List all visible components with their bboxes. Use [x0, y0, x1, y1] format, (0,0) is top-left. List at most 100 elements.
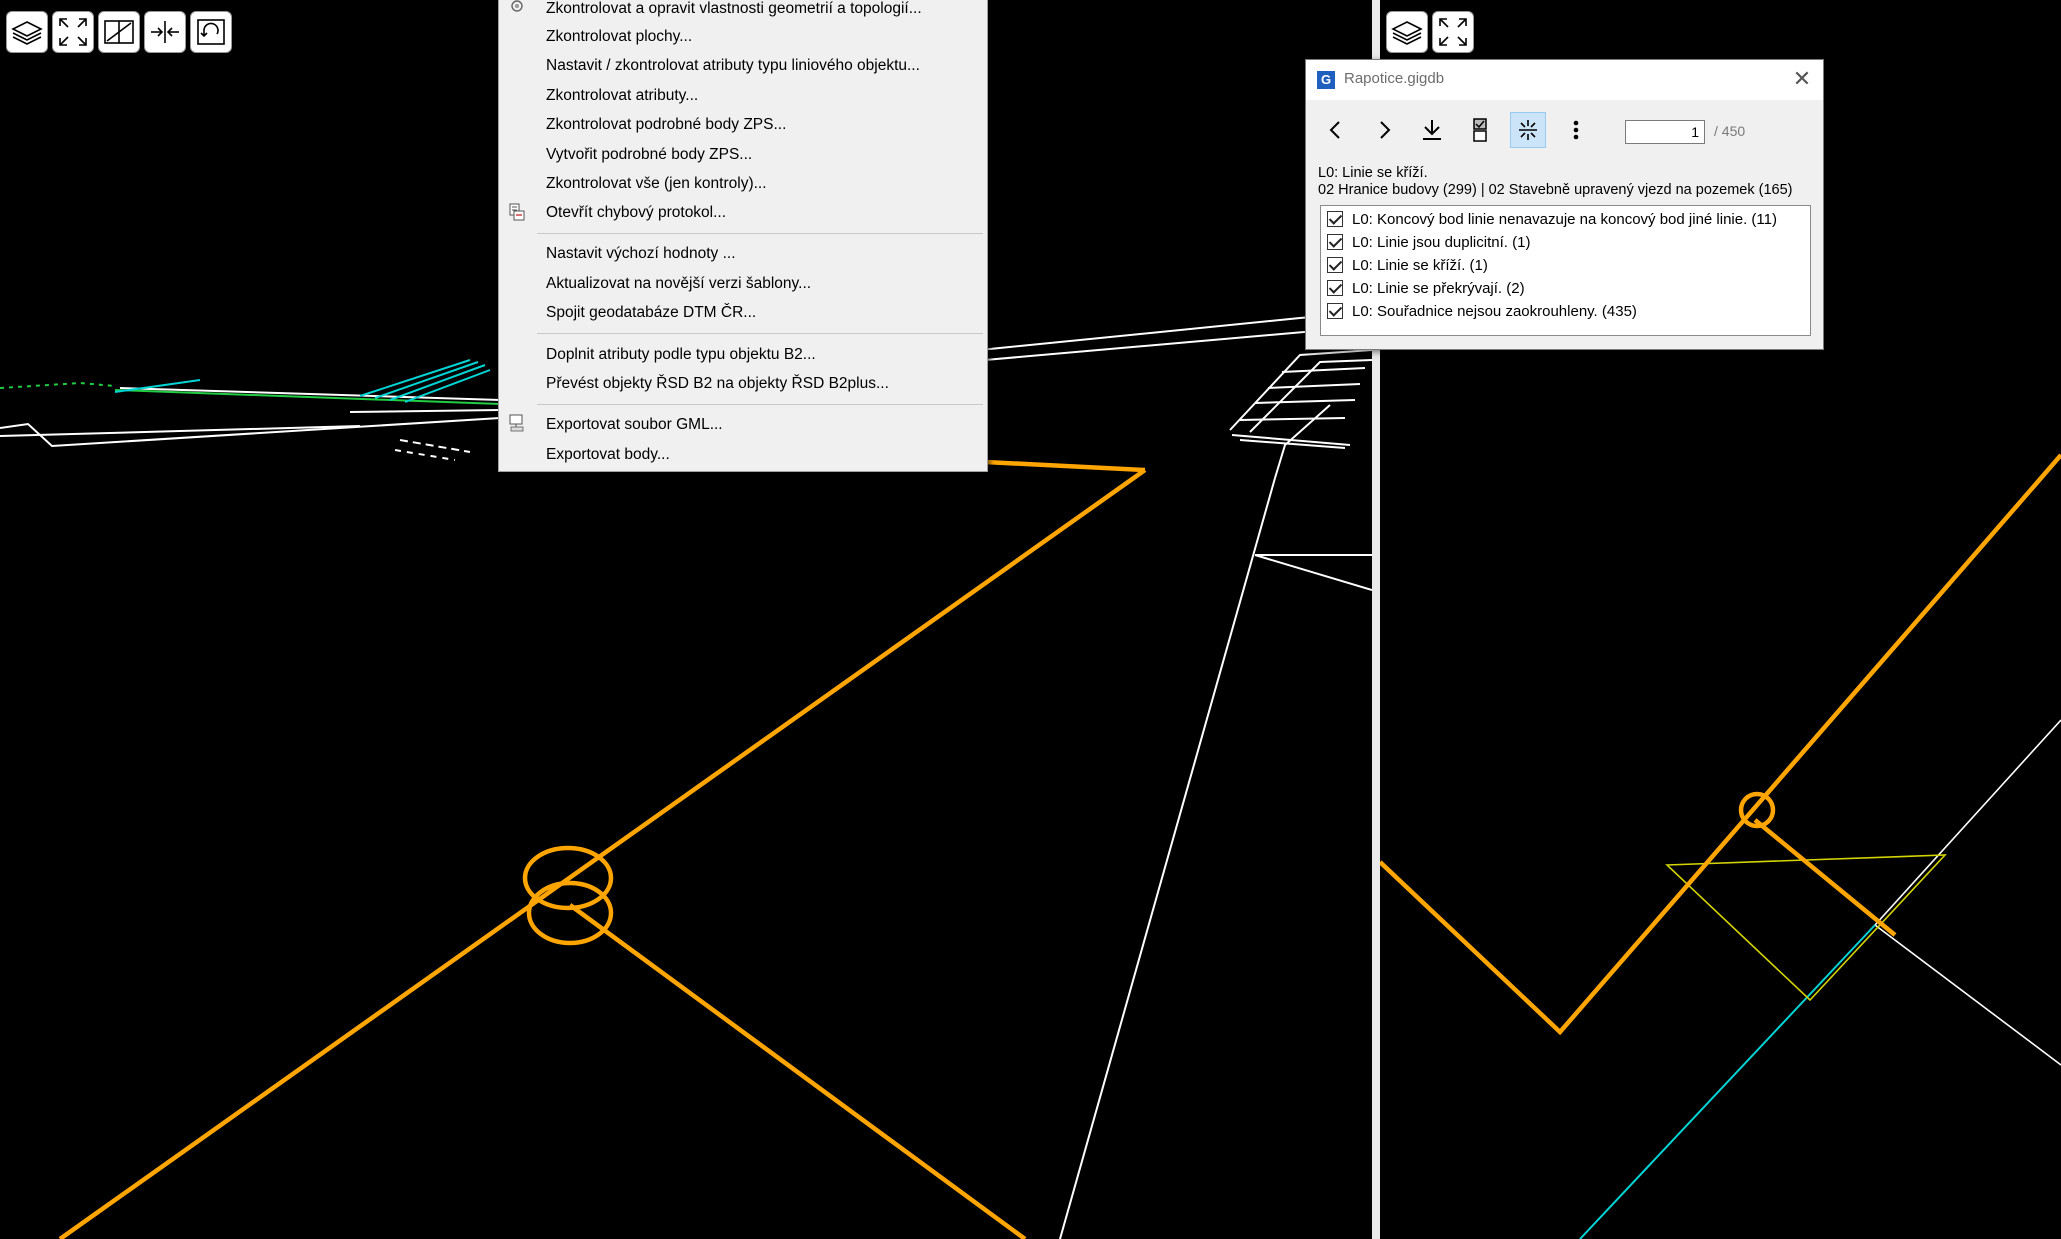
menu-item-merge-dtm[interactable]: Spojit geodatabáze DTM ČR...: [546, 301, 756, 325]
layers-button[interactable]: [6, 11, 48, 53]
highlight-line: [984, 459, 1146, 473]
map-line: [1267, 383, 1361, 389]
previous-button[interactable]: [1318, 112, 1354, 148]
map-line: [1874, 924, 2061, 1066]
focus-point-icon: [1519, 120, 1537, 140]
menu-item-check-geometry[interactable]: Zkontrolovat a opravit vlastnosti geomet…: [546, 0, 922, 21]
menu-item-default-values[interactable]: Nastavit výchozí hodnoty ...: [546, 242, 736, 266]
page-total-label: / 450: [1714, 123, 1746, 139]
check-label: L0: Linie se kříží. (1): [1352, 256, 1488, 274]
expand-icon: [59, 18, 87, 46]
map-line: [1254, 399, 1356, 404]
next-button[interactable]: [1366, 112, 1402, 148]
check-item[interactable]: L0: Souřadnice nejsou zaokrouhleny. (435…: [1327, 300, 1637, 322]
map-line: [119, 387, 501, 401]
highlight-line: [58, 468, 1147, 1239]
menu-item-update-template[interactable]: Aktualizovat na novější verzi šablony...: [546, 272, 811, 296]
page-number-input[interactable]: [1625, 120, 1705, 144]
checkbox[interactable]: [1327, 211, 1343, 227]
map-line: [1874, 719, 2061, 926]
check-item[interactable]: L0: Linie jsou duplicitní. (1): [1327, 231, 1530, 253]
gear-check-icon: [511, 0, 523, 12]
left-viewport-toolbar: [6, 11, 232, 53]
map-line-yellow: [1665, 854, 1947, 1002]
highlight-line: [1380, 453, 2061, 1036]
map-line-green: [0, 381, 116, 389]
join-views-button[interactable]: [144, 11, 186, 53]
application-stage: Zkontrolovat a opravit vlastnosti geomet…: [0, 0, 2061, 1239]
checkbox[interactable]: [1327, 257, 1343, 273]
check-label: L0: Souřadnice nejsou zaokrouhleny. (435…: [1352, 302, 1637, 320]
chevron-left-icon: [1329, 121, 1340, 139]
close-button[interactable]: ✕: [1791, 68, 1813, 90]
menu-item-check-zps-points[interactable]: Zkontrolovat podrobné body ZPS...: [546, 113, 786, 137]
dialog-toolbar: / 450: [1314, 112, 1814, 152]
highlight-line: [1753, 818, 1897, 937]
checkbox-toggle-icon: [1473, 118, 1487, 142]
menu-separator: [537, 404, 983, 405]
download-button[interactable]: [1414, 112, 1450, 148]
dialog-titlebar[interactable]: G Rapotice.gigdb ✕: [1306, 60, 1823, 100]
check-label: L0: Koncový bod linie nenavazuje na konc…: [1352, 210, 1777, 228]
dialog-title: Rapotice.gigdb: [1344, 70, 1445, 87]
arrows-inward-icon: [151, 21, 179, 43]
menu-item-export-points[interactable]: Exportovat body...: [546, 443, 670, 467]
more-options-button[interactable]: [1558, 112, 1594, 148]
layers-button[interactable]: [1386, 11, 1428, 53]
menu-item-open-error-log[interactable]: Otevřít chybový protokol...: [546, 201, 726, 225]
map-line-green: [114, 389, 501, 405]
menu-item-fill-attributes-b2[interactable]: Doplnit atributy podle typu objektu B2..…: [546, 343, 816, 367]
menu-separator: [537, 233, 983, 234]
map-line: [1239, 417, 1346, 421]
split-view-button[interactable]: [98, 11, 140, 53]
split-diagonal-icon: [104, 20, 134, 44]
checkbox[interactable]: [1327, 234, 1343, 250]
map-line: [349, 409, 501, 413]
zoom-extents-button[interactable]: [1432, 11, 1474, 53]
expand-icon: [1439, 18, 1467, 46]
check-list: L0: Koncový bod linie nenavazuje na konc…: [1320, 205, 1811, 336]
check-item[interactable]: L0: Linie se kříží. (1): [1327, 254, 1488, 276]
map-line: [394, 449, 456, 461]
menu-item-create-zps-points[interactable]: Vytvořit podrobné body ZPS...: [546, 143, 752, 167]
menu-item-export-gml[interactable]: Exportovat soubor GML...: [546, 413, 723, 437]
layers-icon: [1391, 21, 1423, 45]
error-log-icon: [509, 203, 525, 221]
map-line-cyan: [1579, 924, 1876, 1239]
map-line: [1281, 367, 1366, 373]
menu-item-check-attributes[interactable]: Zkontrolovat atributy...: [546, 84, 698, 108]
highlight-line: [568, 903, 1027, 1239]
menu-separator: [537, 333, 983, 334]
download-icon: [1423, 120, 1441, 140]
menu-item-check-all[interactable]: Zkontrolovat vše (jen kontroly)...: [546, 172, 767, 196]
error-checker-dialog: G Rapotice.gigdb ✕ / 450: [1305, 59, 1824, 350]
map-line: [399, 439, 471, 453]
checkbox[interactable]: [1327, 280, 1343, 296]
map-line: [1059, 477, 1276, 1239]
menu-item-line-attributes[interactable]: Nastavit / zkontrolovat atributy typu li…: [546, 54, 920, 78]
layers-icon: [11, 21, 43, 45]
checkbox[interactable]: [1327, 303, 1343, 319]
menu-item-convert-rsd[interactable]: Převést objekty ŘSD B2 na objekty ŘSD B2…: [546, 372, 889, 396]
menu-item-check-areas[interactable]: Zkontrolovat plochy...: [546, 25, 692, 49]
map-line-cyan: [404, 369, 491, 403]
map-line: [1254, 554, 1372, 591]
more-vertical-icon: [1573, 120, 1579, 140]
map-line: [0, 417, 501, 448]
check-item[interactable]: L0: Koncový bod linie nenavazuje na konc…: [1327, 208, 1777, 230]
undo-icon: [197, 19, 225, 45]
error-objects: 02 Hranice budovy (299) | 02 Stavebně up…: [1318, 182, 1793, 198]
gml-export-icon: [509, 414, 524, 432]
error-marker-circle: [526, 880, 614, 946]
right-viewport-toolbar: [1386, 11, 1474, 53]
check-label: L0: Linie jsou duplicitní. (1): [1352, 233, 1531, 251]
check-item[interactable]: L0: Linie se překrývají. (2): [1327, 277, 1525, 299]
zoom-extents-button[interactable]: [52, 11, 94, 53]
check-label: L0: Linie se překrývají. (2): [1352, 279, 1525, 297]
undo-view-button[interactable]: [190, 11, 232, 53]
chevron-right-icon: [1380, 121, 1391, 139]
toggle-checked-button[interactable]: [1462, 112, 1498, 148]
error-title: L0: Linie se kříží.: [1318, 165, 1428, 181]
zoom-to-error-button[interactable]: [1510, 112, 1546, 148]
app-logo-icon: G: [1317, 71, 1335, 89]
